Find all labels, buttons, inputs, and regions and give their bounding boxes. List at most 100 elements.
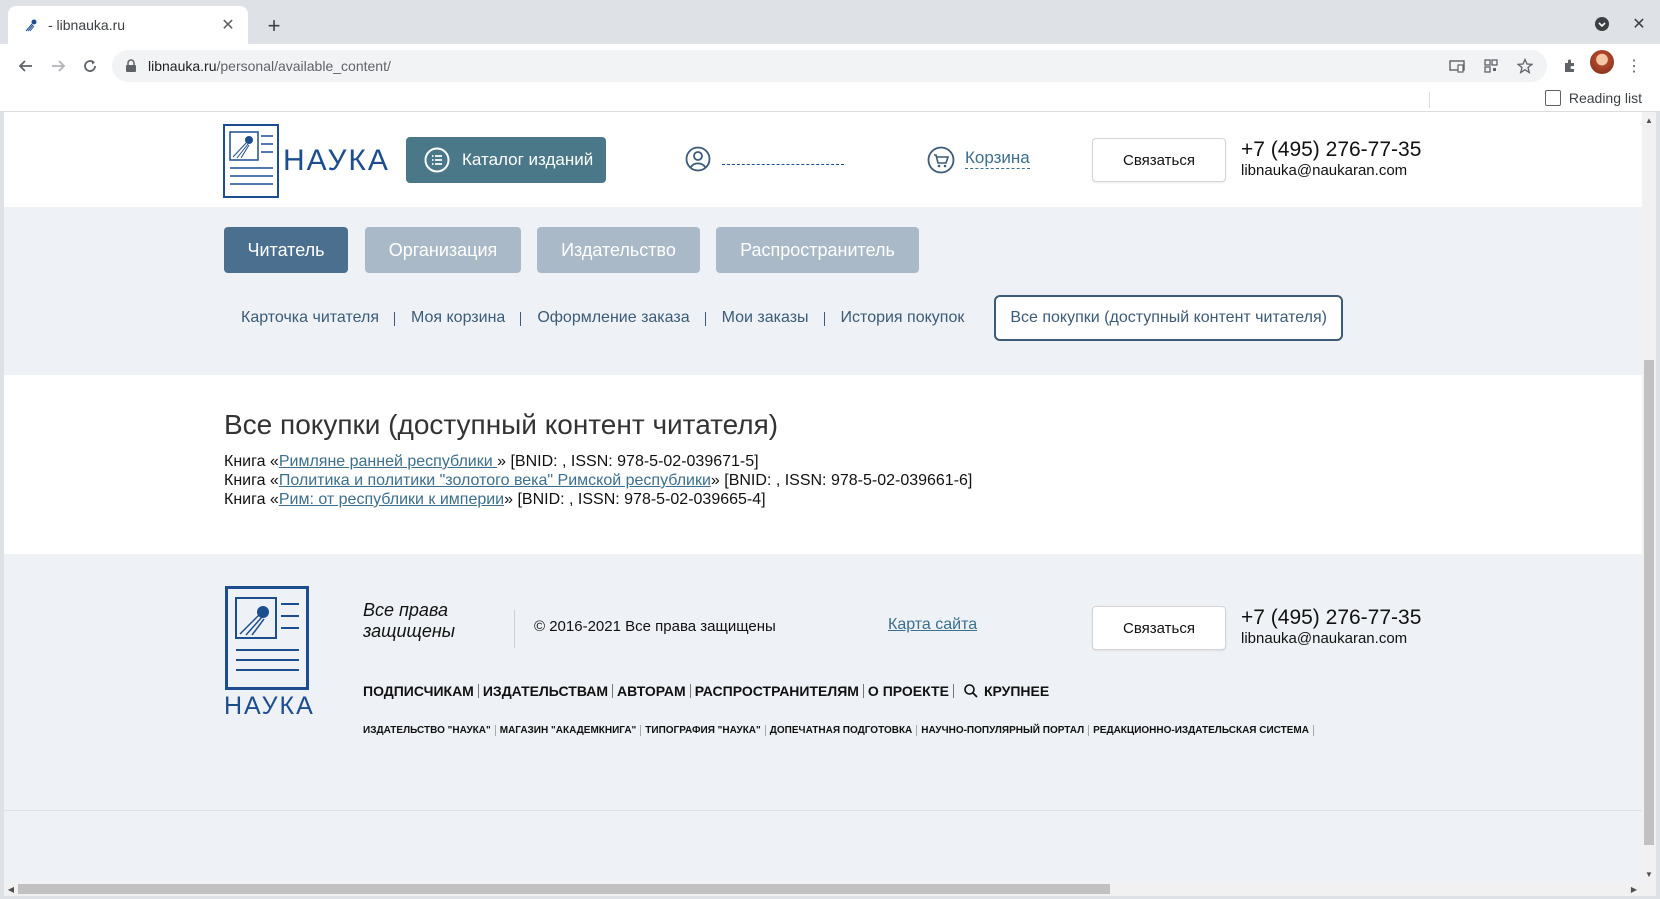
- scroll-up-icon[interactable]: ▲: [1644, 114, 1654, 126]
- extensions-icon[interactable]: [1556, 52, 1584, 80]
- reading-list-icon: [1544, 90, 1561, 106]
- subnav-my-orders[interactable]: Мои заказы: [706, 309, 825, 327]
- role-tab-reader[interactable]: Читатель: [224, 227, 348, 273]
- footer-rights-italic: Все права защищены: [363, 600, 455, 641]
- page-title: Все покупки (доступный контент читателя): [224, 409, 779, 440]
- book-prefix: Книга «: [224, 472, 279, 489]
- footer-email: libnauka@naukaran.com: [1241, 630, 1408, 647]
- list-item: Книга «Римляне ранней республики » [BNID…: [224, 452, 972, 471]
- header-email: libnauka@naukaran.com: [1241, 162, 1408, 179]
- partner-link-portal[interactable]: НАУЧНО-ПОПУЛЯРНЫЙ ПОРТАЛ: [917, 725, 1090, 736]
- larger-font-button[interactable]: КРУПНЕЕ: [954, 684, 1053, 698]
- browser-toolbar: libnauka.ru/personal/available_content/ …: [0, 44, 1660, 88]
- scroll-right-icon[interactable]: ▶: [1628, 883, 1640, 895]
- partner-link-printing[interactable]: ТИПОГРАФИЯ "НАУКА": [641, 725, 766, 736]
- horizontal-scrollbar[interactable]: ◀ ▶: [4, 882, 1656, 896]
- sitemap-link[interactable]: Карта сайта: [888, 616, 977, 634]
- browser-menu-icon[interactable]: ⋮: [1620, 52, 1648, 80]
- partner-link-shop[interactable]: МАГАЗИН "АКАДЕМКНИГА": [496, 725, 642, 736]
- partner-link-prepress[interactable]: ДОПЕЧАТНАЯ ПОДГОТОВКА: [766, 725, 918, 736]
- reading-list-label: Reading list: [1568, 90, 1642, 106]
- catalog-button[interactable]: Каталог изданий: [406, 137, 606, 183]
- nauka-logo-icon[interactable]: [223, 124, 279, 198]
- browser-tab[interactable]: - libnauka.ru ✕: [8, 6, 248, 44]
- list-icon: [424, 147, 450, 173]
- book-details: » [BNID: , ISSN: 978-5-02-039671-5]: [497, 453, 759, 470]
- search-icon: [964, 684, 978, 698]
- role-tab-distributor[interactable]: Распространитель: [716, 227, 919, 273]
- footer-partner-links: ИЗДАТЕЛЬСТВО "НАУКА" МАГАЗИН "АКАДЕМКНИГ…: [363, 725, 1314, 736]
- bookmarks-bar: Reading list: [0, 88, 1660, 112]
- tab-search-icon[interactable]: [1590, 12, 1614, 36]
- reader-subnav: Карточка читателя Моя корзина Оформление…: [225, 295, 1343, 341]
- account-navigation: Читатель Организация Издательство Распро…: [4, 207, 1642, 375]
- logo-text[interactable]: НАУКА: [283, 144, 390, 178]
- footer-nav-distributors[interactable]: РАСПРОСТРАНИТЕЛЯМ: [691, 684, 864, 698]
- window-close-icon[interactable]: ✕: [1627, 12, 1651, 36]
- new-tab-button[interactable]: +: [262, 13, 286, 38]
- book-details: » [BNID: , ISSN: 978-5-02-039665-4]: [504, 491, 766, 508]
- role-tab-organization[interactable]: Организация: [365, 227, 521, 273]
- footer-contact-button[interactable]: Связаться: [1092, 606, 1226, 650]
- footer-nav-publishers[interactable]: ИЗДАТЕЛЬСТВАМ: [479, 684, 614, 698]
- book-prefix: Книга «: [224, 491, 279, 508]
- subnav-checkout[interactable]: Оформление заказа: [521, 309, 706, 327]
- login-link-placeholder[interactable]: [722, 164, 844, 165]
- vertical-scrollbar[interactable]: ▲ ▼: [1642, 112, 1656, 882]
- book-details: » [BNID: , ISSN: 978-5-02-039661-6]: [710, 472, 973, 489]
- back-icon[interactable]: [12, 52, 40, 80]
- header-phone: +7 (495) 276-77-35: [1241, 138, 1422, 161]
- page-viewport: НАУКА Каталог изданий Корзина Связаться …: [4, 112, 1642, 882]
- book-link[interactable]: Римляне ранней республики: [279, 453, 497, 470]
- url-host: libnauka.ru: [148, 58, 217, 74]
- url-path: /personal/available_content/: [216, 58, 391, 74]
- cast-icon[interactable]: [1447, 56, 1467, 76]
- book-prefix: Книга «: [224, 453, 279, 470]
- contact-button[interactable]: Связаться: [1092, 138, 1226, 182]
- site-footer: НАУКА Все права защищены © 2016-2021 Все…: [4, 554, 1642, 882]
- footer-divider: [514, 610, 515, 648]
- subnav-reader-card[interactable]: Карточка читателя: [225, 309, 395, 327]
- book-link[interactable]: Политика и политики "золотого века" Римс…: [279, 472, 711, 489]
- footer-logo-text[interactable]: НАУКА: [224, 692, 315, 721]
- address-bar[interactable]: libnauka.ru/personal/available_content/: [112, 50, 1547, 82]
- horizontal-scroll-thumb[interactable]: [18, 884, 1110, 894]
- footer-nav-authors[interactable]: АВТОРАМ: [613, 684, 691, 698]
- profile-avatar[interactable]: [1590, 50, 1614, 74]
- footer-nav-subscribers[interactable]: ПОДПИСЧИКАМ: [363, 684, 479, 698]
- list-item: Книга «Рим: от республики к империи» [BN…: [224, 490, 972, 509]
- role-tab-publisher[interactable]: Издательство: [537, 227, 700, 273]
- footer-phone: +7 (495) 276-77-35: [1241, 606, 1422, 629]
- close-tab-icon[interactable]: ✕: [218, 15, 238, 35]
- scroll-left-icon[interactable]: ◀: [5, 883, 17, 895]
- cart-icon[interactable]: [927, 146, 955, 174]
- bookmark-star-icon[interactable]: [1515, 56, 1535, 76]
- book-link[interactable]: Рим: от республики к империи: [279, 491, 504, 508]
- tab-strip: - libnauka.ru ✕ + ✕: [0, 0, 1660, 44]
- forward-icon[interactable]: [44, 52, 72, 80]
- lock-icon: [126, 59, 136, 72]
- list-item: Книга «Политика и политики "золотого век…: [224, 471, 972, 490]
- scroll-down-icon[interactable]: ▼: [1644, 868, 1654, 880]
- subnav-purchase-history[interactable]: История покупок: [825, 309, 981, 327]
- site-header: НАУКА Каталог изданий Корзина Связаться …: [4, 112, 1642, 220]
- footer-nav-about[interactable]: О ПРОЕКТЕ: [864, 684, 954, 698]
- footer-bottom-divider: [4, 810, 1642, 811]
- reading-list-button[interactable]: Reading list: [1544, 90, 1642, 106]
- subnav-all-purchases[interactable]: Все покупки (доступный контент читателя): [994, 295, 1343, 341]
- partner-link-editorial[interactable]: РЕДАКЦИОННО-ИЗДАТЕЛЬСКАЯ СИСТЕМА: [1089, 725, 1314, 736]
- purchases-list: Книга «Римляне ранней республики » [BNID…: [224, 452, 972, 509]
- subnav-my-cart[interactable]: Моя корзина: [395, 309, 522, 327]
- footer-nav: ПОДПИСЧИКАМ ИЗДАТЕЛЬСТВАМ АВТОРАМ РАСПРО…: [363, 684, 1053, 698]
- user-profile-icon[interactable]: [685, 146, 711, 172]
- reload-icon[interactable]: [76, 52, 104, 80]
- footer-nauka-logo-icon[interactable]: [225, 586, 309, 690]
- vertical-scroll-thumb[interactable]: [1644, 360, 1654, 845]
- partner-link-publisher[interactable]: ИЗДАТЕЛЬСТВО "НАУКА": [363, 725, 496, 736]
- qr-code-icon[interactable]: [1481, 56, 1501, 76]
- cart-link[interactable]: Корзина: [965, 148, 1030, 169]
- satellite-favicon-icon: [25, 19, 37, 32]
- footer-copyright: © 2016-2021 Все права защищены: [534, 618, 776, 635]
- catalog-button-label: Каталог изданий: [462, 150, 594, 169]
- tab-title: - libnauka.ru: [48, 17, 126, 33]
